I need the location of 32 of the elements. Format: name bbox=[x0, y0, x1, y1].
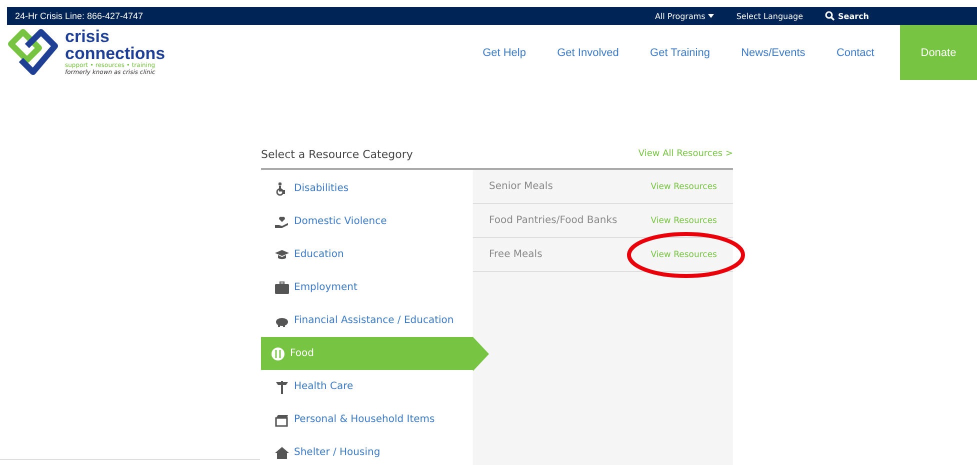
box-icon bbox=[275, 412, 289, 426]
subcategory-name: Food Pantries/Food Banks bbox=[489, 215, 618, 226]
briefcase-icon bbox=[275, 280, 289, 294]
logo-name: crisis bbox=[65, 28, 110, 45]
caret-icon bbox=[708, 14, 714, 18]
section-title: Select a Resource Category bbox=[261, 148, 413, 160]
logo-name: connections bbox=[65, 45, 166, 62]
house-icon bbox=[275, 446, 289, 460]
pointer-icon bbox=[473, 337, 489, 371]
crisis-line: 24-Hr Crisis Line: 866-427-4747 bbox=[15, 11, 144, 21]
category-item[interactable]: Disabilities bbox=[261, 172, 473, 205]
nav-link[interactable]: News/Events bbox=[741, 46, 806, 58]
nav-link[interactable]: Get Involved bbox=[557, 46, 619, 58]
category-item[interactable]: Domestic Violence bbox=[261, 205, 473, 238]
nav-link[interactable]: Get Training bbox=[650, 46, 710, 58]
category-item[interactable]: Personal & Household Items bbox=[261, 403, 473, 436]
category-item[interactable]: Education bbox=[261, 238, 473, 271]
hand-heart-icon bbox=[275, 214, 289, 228]
search-icon bbox=[825, 11, 836, 21]
top-link[interactable]: Select Language bbox=[736, 11, 804, 21]
top-link[interactable]: All Programs bbox=[654, 11, 714, 21]
category-item[interactable]: Employment bbox=[261, 271, 473, 304]
category-item[interactable]: Shelter / Housing bbox=[261, 436, 473, 465]
nav-link[interactable]: Contact bbox=[836, 46, 874, 58]
subcategory-name: Free Meals bbox=[489, 249, 542, 260]
cap-icon bbox=[275, 248, 289, 262]
category-item[interactable]: Health Care bbox=[261, 370, 473, 403]
category-item[interactable]: Financial Assistance / Education bbox=[261, 304, 473, 337]
nav-link[interactable]: Get Help bbox=[482, 46, 526, 58]
logo-icon bbox=[7, 28, 59, 78]
subcategory-name: Senior Meals bbox=[489, 181, 553, 192]
top-link[interactable]: Search bbox=[825, 11, 869, 21]
